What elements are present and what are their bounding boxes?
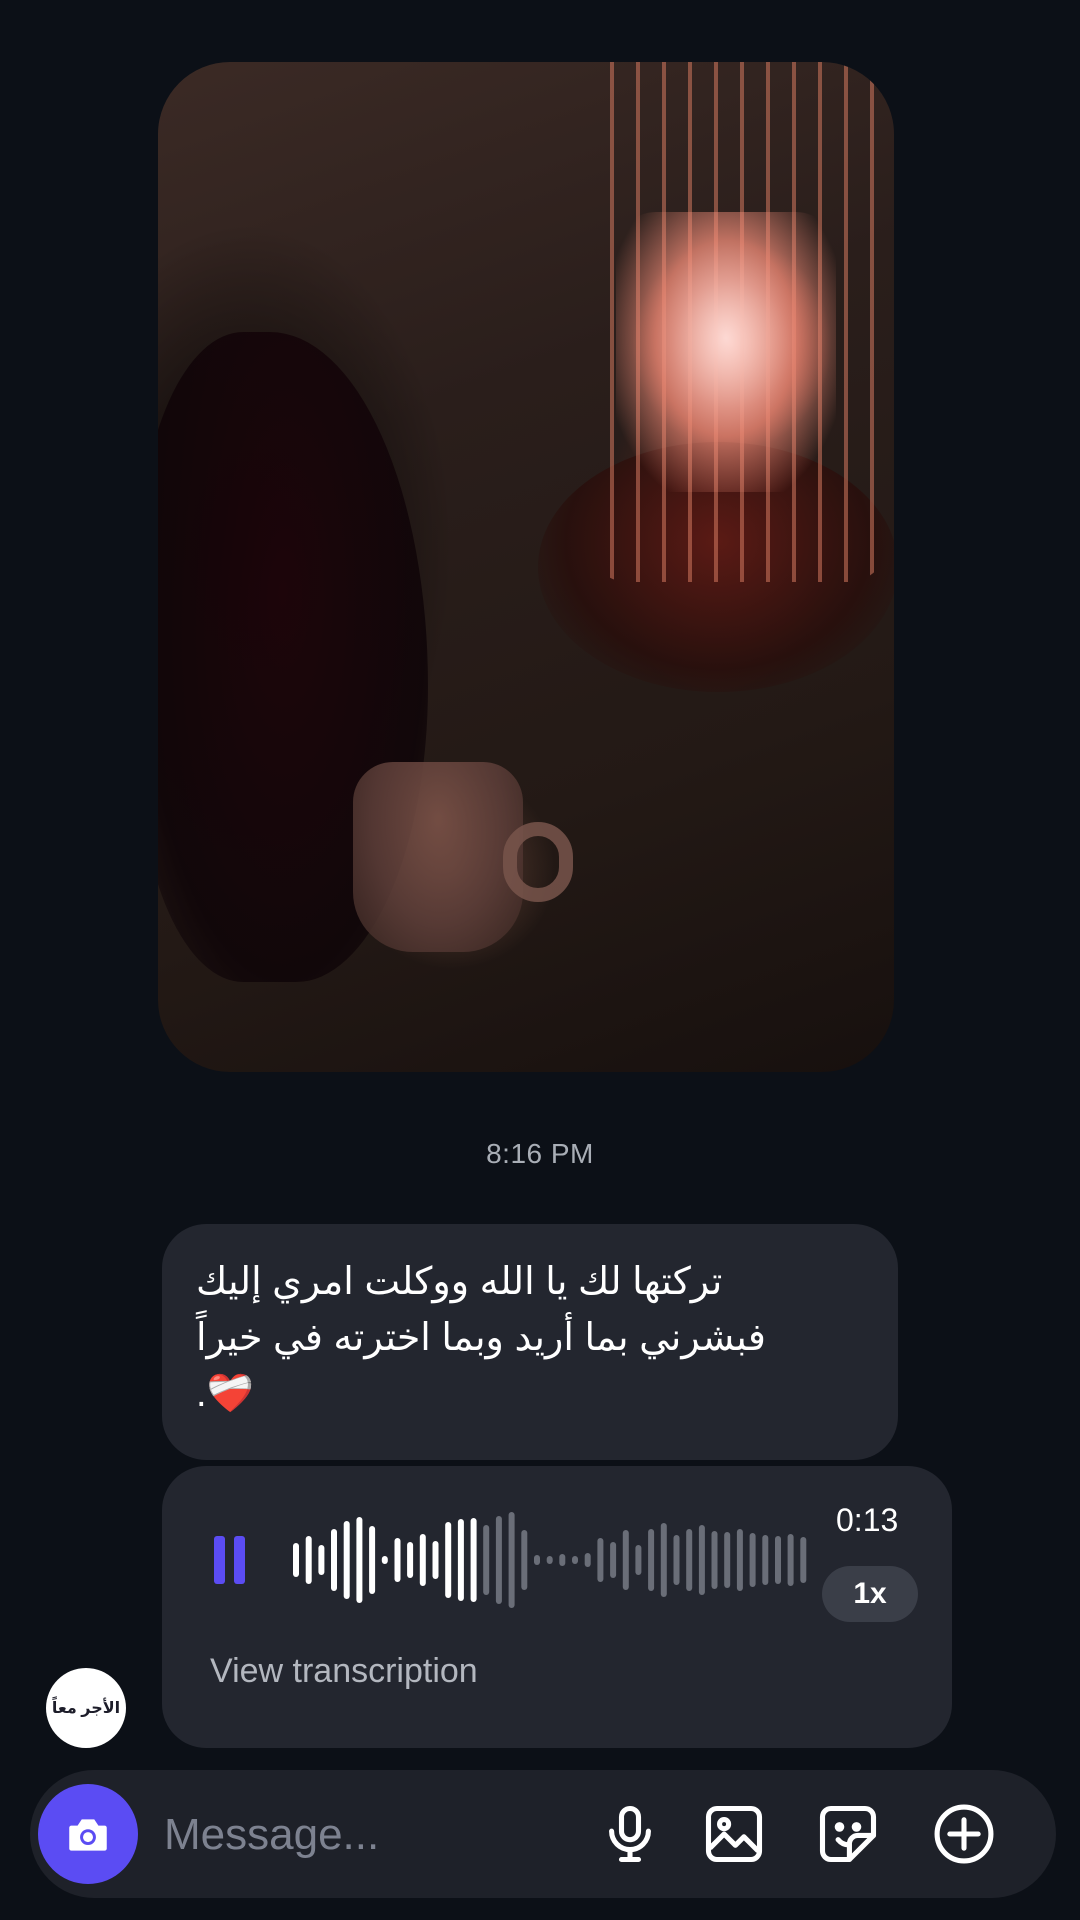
waveform-bar bbox=[483, 1525, 490, 1595]
pause-icon[interactable] bbox=[214, 1536, 248, 1584]
message-timestamp: 8:16 PM bbox=[486, 1138, 594, 1169]
waveform-bar bbox=[775, 1536, 781, 1584]
waveform-bar bbox=[445, 1522, 452, 1598]
waveform-bar bbox=[508, 1512, 515, 1608]
waveform-bar bbox=[534, 1555, 540, 1565]
voice-message-bubble[interactable]: 0:13 1x View transcription bbox=[162, 1466, 952, 1748]
waveform-bar bbox=[432, 1541, 439, 1579]
waveform-bar bbox=[610, 1542, 617, 1578]
waveform-bar bbox=[407, 1542, 414, 1578]
waveform-bar bbox=[318, 1545, 325, 1575]
waveform-bar bbox=[635, 1545, 642, 1575]
view-transcription-link[interactable]: View transcription bbox=[210, 1652, 478, 1691]
photo-heater-glow bbox=[616, 212, 836, 492]
waveform-bar bbox=[597, 1538, 604, 1582]
text-message-content: تركتها لك يا الله ووكلت امري إليك فبشرني… bbox=[196, 1261, 766, 1415]
waveform-bar bbox=[736, 1529, 743, 1591]
waveform-bar bbox=[546, 1556, 553, 1564]
waveform-bar bbox=[660, 1523, 667, 1597]
waveform-bar bbox=[572, 1556, 578, 1564]
waveform-bar bbox=[711, 1531, 718, 1589]
photo-cup bbox=[353, 762, 523, 952]
waveform-bar bbox=[787, 1534, 794, 1586]
waveform-bar bbox=[724, 1532, 731, 1588]
waveform-bar bbox=[673, 1535, 680, 1585]
voice-waveform[interactable] bbox=[290, 1500, 810, 1620]
waveform-bar bbox=[762, 1535, 769, 1585]
waveform-bar bbox=[394, 1538, 401, 1582]
waveform-bar bbox=[293, 1543, 299, 1577]
waveform-bar bbox=[331, 1529, 337, 1591]
photo-cup-handle bbox=[503, 822, 573, 902]
photo-message[interactable] bbox=[158, 62, 894, 1072]
waveform-bar bbox=[559, 1554, 566, 1566]
waveform-bar bbox=[800, 1537, 807, 1583]
microphone-icon[interactable] bbox=[596, 1800, 664, 1868]
message-composer bbox=[30, 1770, 1056, 1898]
waveform-bar bbox=[381, 1556, 388, 1564]
waveform-bar bbox=[457, 1519, 464, 1601]
waveform-bar bbox=[470, 1518, 477, 1602]
gallery-icon[interactable] bbox=[700, 1800, 768, 1868]
camera-icon bbox=[69, 1819, 107, 1851]
waveform-bar bbox=[648, 1529, 655, 1591]
waveform-bar bbox=[622, 1530, 629, 1590]
voice-duration: 0:13 bbox=[836, 1502, 899, 1538]
avatar[interactable]: الأجر معاً bbox=[46, 1668, 126, 1748]
playback-speed-button[interactable]: 1x bbox=[822, 1566, 918, 1622]
waveform-bar bbox=[749, 1533, 756, 1587]
waveform-bar bbox=[305, 1536, 312, 1584]
waveform-bar bbox=[343, 1521, 350, 1599]
waveform-bar bbox=[521, 1530, 528, 1590]
waveform-bar bbox=[419, 1534, 426, 1586]
camera-button[interactable] bbox=[38, 1784, 138, 1884]
plus-icon[interactable] bbox=[930, 1800, 998, 1868]
waveform-bar bbox=[698, 1525, 705, 1595]
text-message-bubble[interactable]: تركتها لك يا الله ووكلت امري إليك فبشرني… bbox=[162, 1224, 898, 1460]
waveform-bar bbox=[356, 1517, 363, 1603]
sticker-icon[interactable] bbox=[814, 1800, 882, 1868]
waveform-bar bbox=[584, 1553, 591, 1567]
waveform-bar bbox=[686, 1529, 693, 1591]
waveform-bar bbox=[369, 1526, 376, 1594]
message-input[interactable] bbox=[162, 1804, 586, 1866]
waveform-bar bbox=[495, 1516, 502, 1604]
